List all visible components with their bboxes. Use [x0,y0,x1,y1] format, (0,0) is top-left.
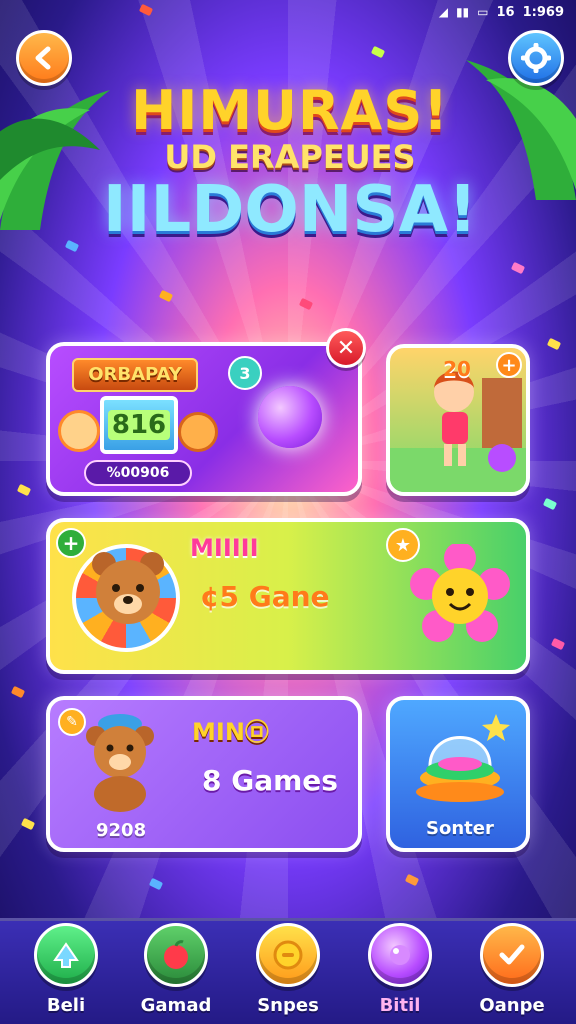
confetti [64,239,80,253]
pencil-icon: ✎ [66,714,78,730]
gem-orb-icon [390,945,410,965]
nav-icon-bitil [368,923,432,987]
game-card-bear[interactable]: + MIIIII ¢5 Gane ★ [46,518,530,674]
mascot-left [58,410,100,452]
score-value: 816 [107,410,171,440]
confetti [158,289,174,303]
card-title: MIN㉤ [192,718,269,746]
game-card-bonus[interactable]: ORBAPAY 816 %00906 3 [46,342,362,496]
nav-label: Gamad [140,995,212,1016]
capsule-machine-icon [416,714,510,802]
close-button[interactable]: ✕ [326,328,366,368]
level-badge: 20 [443,357,471,381]
plus-badge[interactable]: + [56,528,86,558]
bear-icon [92,552,164,624]
mascot-right [178,412,218,452]
title-line-1: HIMURAS! [131,79,449,142]
battery-icon: ▭ [477,5,489,19]
confetti [370,45,386,59]
gear-icon [521,43,551,73]
title-line-3: IILDONSA! [102,173,478,247]
nav-item-gamad[interactable]: Gamad [136,923,216,1016]
confetti [148,877,164,891]
status-time: 1:969 [522,4,564,20]
check-icon [499,944,525,965]
nav-icon-snpes [256,923,320,987]
confetti [542,497,558,511]
coin-icon [273,940,303,970]
game-card-adventure[interactable]: 20 + [386,344,530,496]
card-title: MIIIII [190,534,259,562]
confetti [550,637,566,651]
bottom-navigation: Beli Gamad Snpes Bitil Oanpe [0,918,576,1024]
nav-item-beli[interactable]: Beli [26,923,106,1016]
confetti [138,3,154,17]
nav-item-oanpe[interactable]: Oanpe [472,923,552,1016]
status-bar: ◢ ▮▮ ▭ 16 1:969 [427,0,576,24]
nav-label: Beli [46,995,86,1016]
coin-counter: %00906 [84,460,192,486]
flower-character-icon [410,544,510,642]
confetti [298,297,314,311]
title-line-2: UD ERAPEUES [164,138,416,176]
nav-label: Bitil [379,995,421,1016]
settings-button[interactable] [508,30,564,86]
score-screen: 816 [100,396,178,454]
game-title: HIMURAS! UD ERAPEUES IILDONSA! [90,79,490,247]
confetti [510,261,526,275]
count-badge: 3 [228,356,262,390]
nav-icon-gamad [144,923,208,987]
nav-icon-beli [34,923,98,987]
arrow-up-icon [53,942,79,968]
back-button[interactable] [16,30,72,86]
games-count: ¢5 Gane [200,580,330,613]
game-card-sonter[interactable]: Sonter [386,696,530,852]
nav-label: Snpes [257,995,319,1016]
confetti [20,817,36,831]
confetti [16,483,32,497]
nav-item-bitil[interactable]: Bitil [360,923,440,1016]
arrow-left-icon [35,46,51,70]
close-icon: ✕ [336,335,356,361]
games-count: 8 Games [202,764,338,797]
nav-item-snpes[interactable]: Snpes [248,923,328,1016]
card-banner: ORBAPAY [72,358,198,392]
card-footer-number: 9208 [96,820,147,841]
wifi-icon: ◢ [438,5,448,19]
purple-blob-creature [258,386,322,448]
bear-with-cap-icon [86,714,154,812]
signal-icon: ▮▮ [455,5,470,19]
apple-icon [164,940,188,969]
nav-icon-oanpe [480,923,544,987]
confetti [546,337,562,351]
confetti [404,873,420,887]
nav-label: Oanpe [479,995,545,1016]
game-card-mini[interactable]: ✎ MIN㉤ 8 Games 9208 [46,696,362,852]
battery-text: 16 [496,4,515,20]
add-button[interactable]: + [496,352,522,378]
confetti [10,685,26,699]
card-label: Sonter [426,818,494,839]
